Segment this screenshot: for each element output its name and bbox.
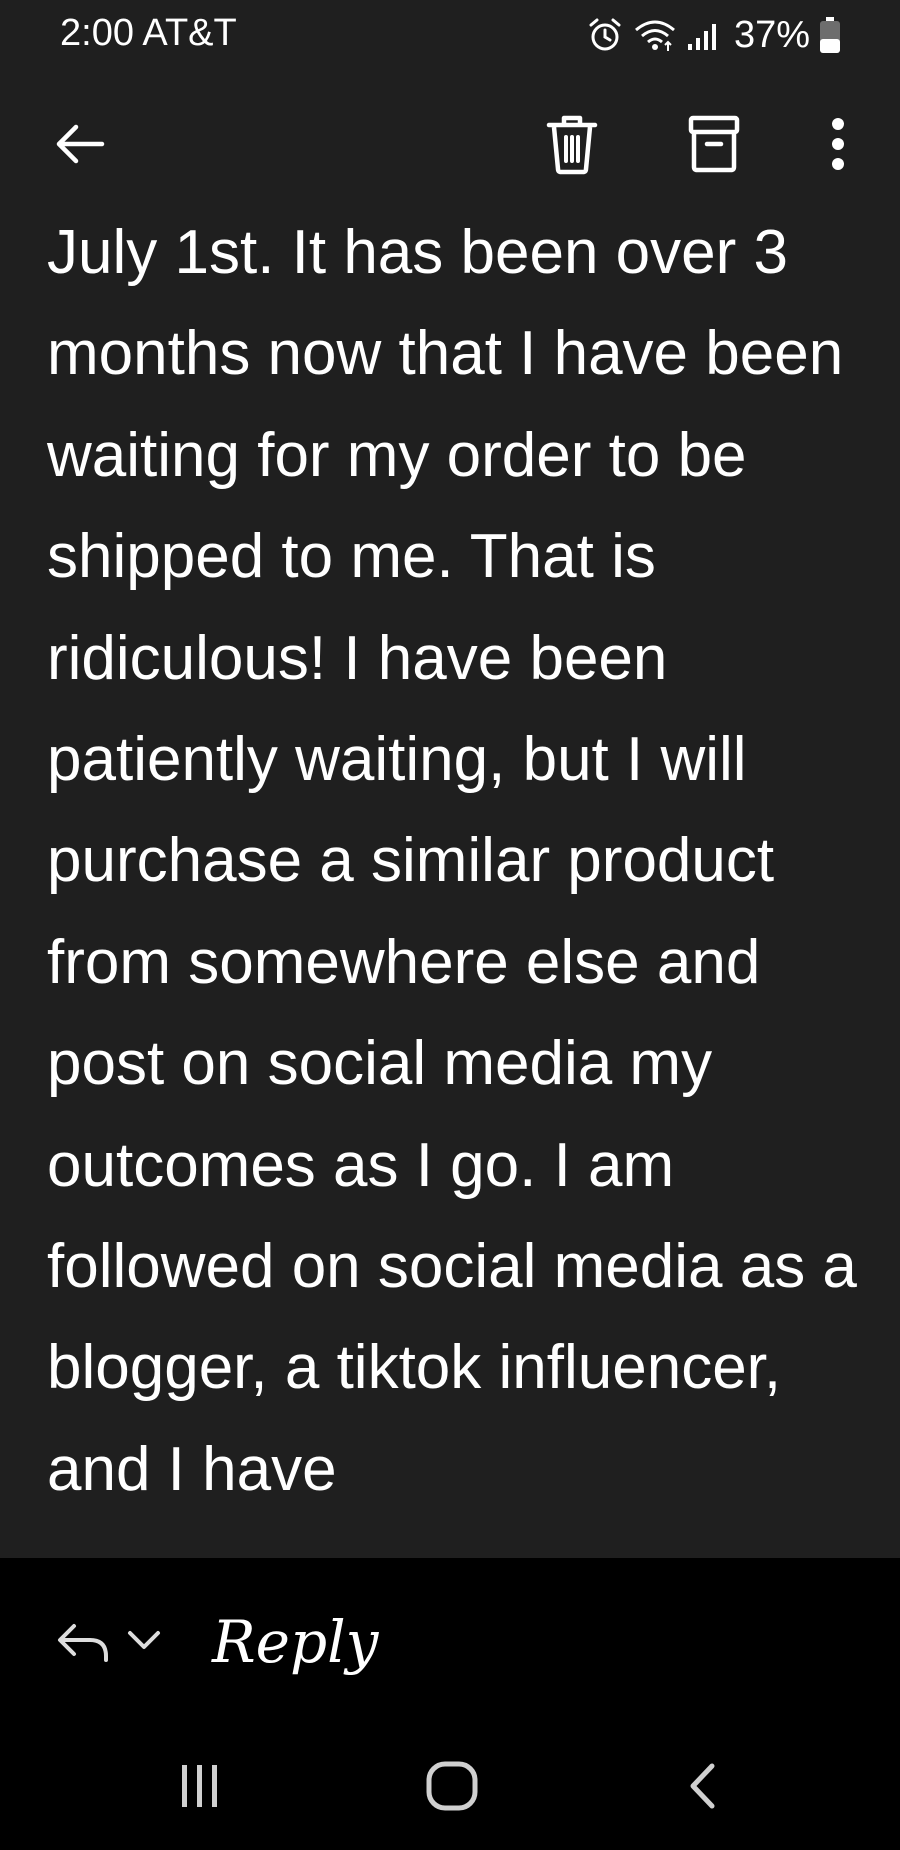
reply-action-button[interactable] (54, 1612, 114, 1672)
signal-icon (686, 16, 722, 54)
battery-icon (818, 15, 842, 55)
more-vert-icon (828, 114, 848, 179)
trash-icon (542, 112, 602, 181)
recent-apps-button[interactable] (155, 1748, 245, 1828)
home-button[interactable] (407, 1748, 497, 1828)
recent-apps-icon (175, 1761, 225, 1816)
system-back-button[interactable] (659, 1748, 749, 1828)
reply-icon (54, 1624, 114, 1676)
status-icons: 37% (586, 10, 842, 60)
reply-button[interactable]: Reply (212, 1608, 378, 1676)
status-bar: 2:00 AT&T 37% (0, 0, 900, 70)
archive-button[interactable] (674, 106, 754, 186)
alarm-icon (586, 16, 624, 54)
message-body[interactable]: July 1st. It has been over 3 months now … (0, 224, 900, 1558)
back-arrow-icon (50, 114, 110, 179)
system-nav-bar (0, 1720, 900, 1850)
delete-button[interactable] (532, 106, 612, 186)
more-options-button[interactable] (798, 106, 878, 186)
message-text: July 1st. It has been over 3 months now … (47, 224, 857, 1504)
wifi-icon (632, 16, 678, 54)
email-toolbar (0, 70, 900, 224)
status-time-carrier: 2:00 AT&T (60, 12, 237, 54)
archive-icon (684, 112, 744, 181)
chevron-down-icon (124, 1631, 164, 1664)
reply-bar: Reply (0, 1558, 900, 1720)
back-button[interactable] (40, 106, 120, 186)
back-nav-icon (679, 1761, 729, 1816)
reply-options-dropdown[interactable] (124, 1620, 164, 1660)
home-icon (424, 1758, 480, 1819)
battery-percent: 37% (733, 13, 810, 56)
